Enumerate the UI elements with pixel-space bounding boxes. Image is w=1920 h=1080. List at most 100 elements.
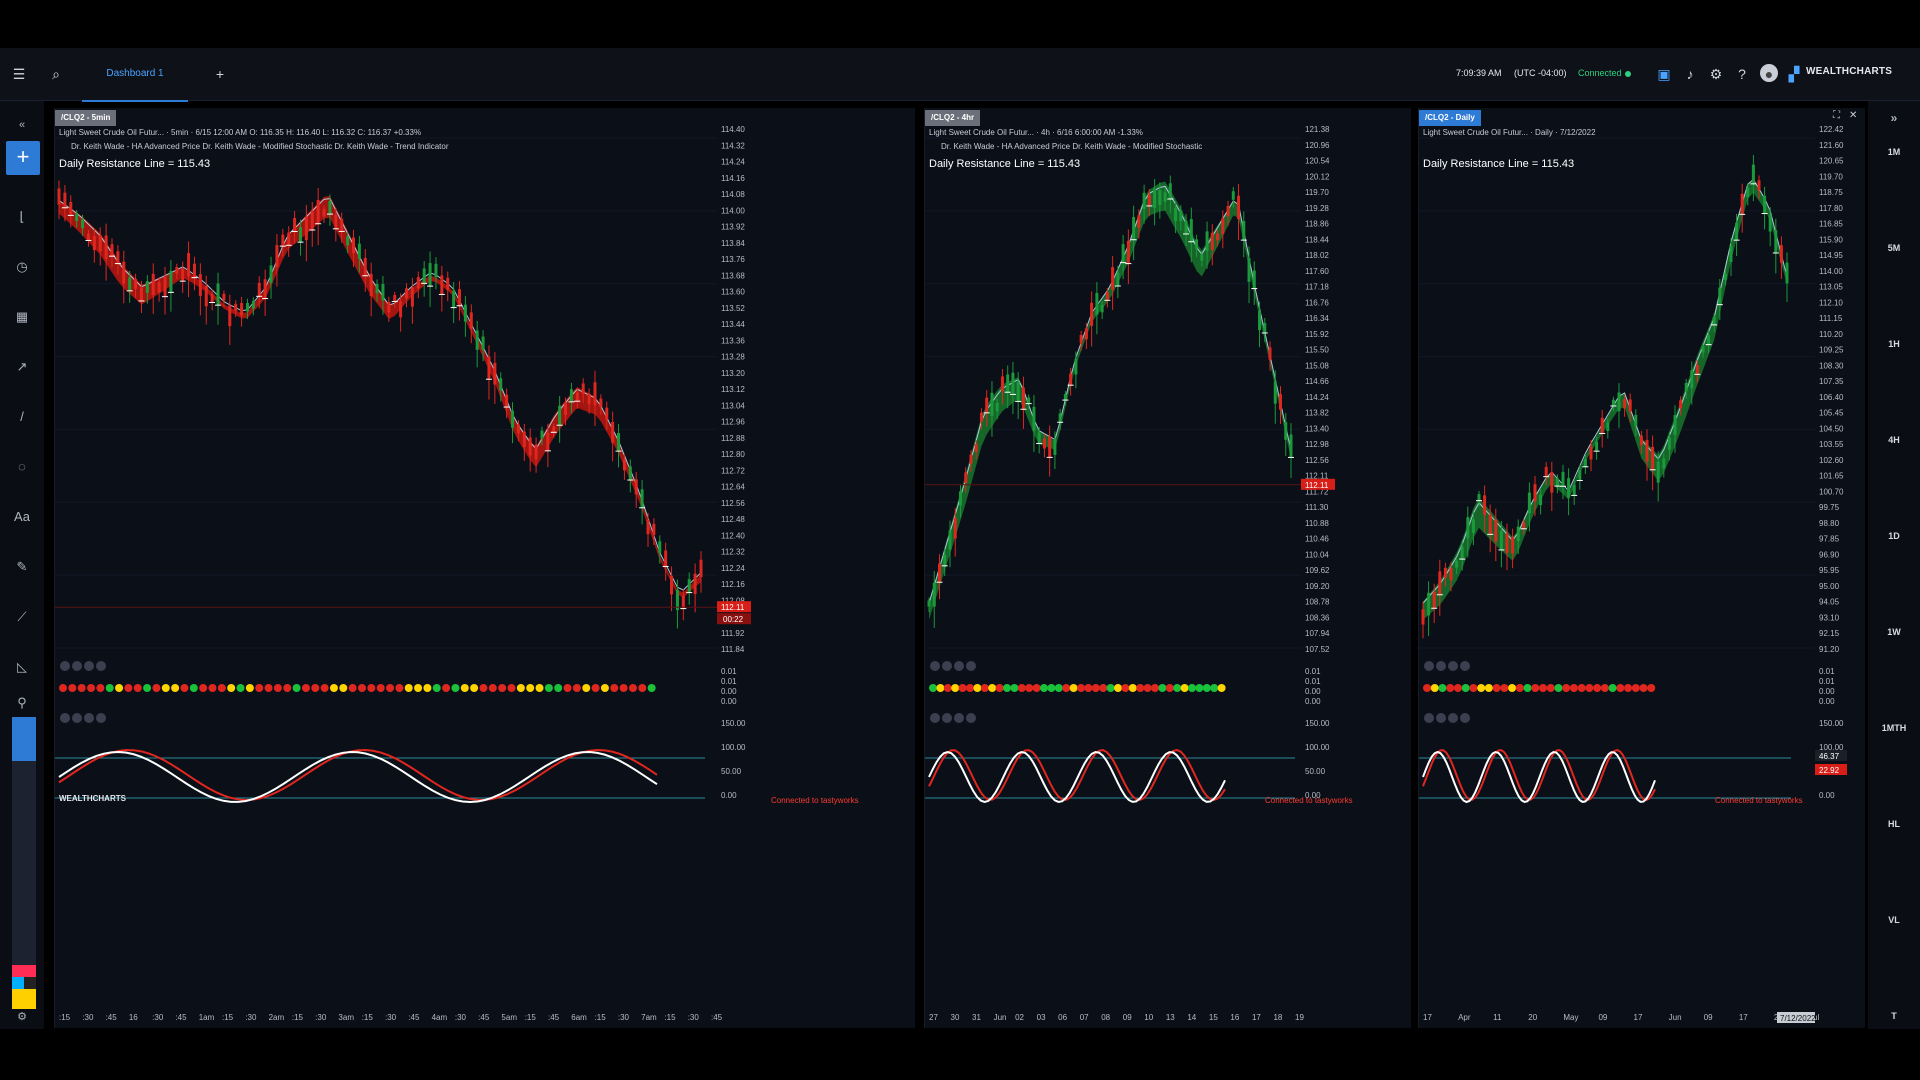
time-tick-label: :15	[664, 1013, 676, 1022]
chart-type-icon[interactable]: ⌊	[10, 205, 34, 229]
pin-icon[interactable]: ⚲	[10, 691, 34, 715]
timeframe-t[interactable]: T	[1868, 1011, 1920, 1021]
chart-panel-5min[interactable]: /CLQ2 - 5min Light Sweet Crude Oil Futur…	[54, 108, 915, 1028]
candle-body	[1595, 441, 1599, 452]
candle-body	[646, 520, 650, 535]
candle-body	[257, 282, 261, 297]
help-icon[interactable]: ?	[1732, 64, 1752, 84]
oscillator-dot	[1647, 684, 1656, 692]
menu-icon[interactable]: ☰	[9, 64, 29, 84]
color-swatch-blue[interactable]	[12, 977, 24, 989]
oscillator-dot	[105, 684, 114, 692]
indicator-icon[interactable]: ↗	[10, 355, 34, 379]
time-tick-label: :45	[478, 1013, 490, 1022]
text-tool-icon[interactable]: Aa	[10, 505, 34, 529]
oscillator-dot	[245, 684, 254, 692]
candle-body	[104, 235, 108, 260]
oscillator-dot	[143, 684, 152, 692]
oscillator-dot	[1585, 684, 1594, 692]
chart-panel-daily[interactable]: /CLQ2 - Daily ⛶ ✕ Light Sweet Crude Oil …	[1418, 108, 1865, 1028]
candle-body	[1432, 591, 1436, 609]
candle-body	[693, 573, 697, 595]
timeframe-5m[interactable]: 5M	[1868, 243, 1920, 253]
candle-body	[310, 211, 314, 230]
candle-body	[281, 234, 285, 247]
candle-body	[534, 444, 538, 460]
candle-body	[493, 362, 497, 385]
angle-tool-icon[interactable]: ◺	[10, 655, 34, 679]
collapse-left-icon[interactable]: «	[10, 113, 34, 137]
candle-body	[1785, 262, 1789, 284]
tab-dashboard-1[interactable]: Dashboard 1	[82, 48, 188, 102]
gear-icon[interactable]: ⚙	[1706, 64, 1726, 84]
add-chart-button[interactable]: +	[6, 141, 40, 175]
oscillator-dot	[1531, 684, 1540, 692]
oscillator-dot	[236, 684, 245, 692]
oscillator-dot	[479, 684, 488, 692]
save-icon[interactable]: ▣	[1654, 64, 1674, 84]
candle-body	[1205, 231, 1209, 252]
last-price-value: 112.11	[721, 603, 745, 612]
candle-body	[1032, 406, 1036, 431]
pencil-icon[interactable]: ✎	[10, 555, 34, 579]
candle-body	[1695, 365, 1699, 375]
price-tick-label: 112.98	[1305, 440, 1329, 449]
candle-body	[1466, 517, 1470, 539]
bell-icon[interactable]: ♪	[1680, 64, 1700, 84]
price-chart[interactable]: 114.40 114.32 114.24 114.16 114.08 114.00 113.…	[55, 108, 915, 1028]
wealthcharts-logo-icon: ▞	[1788, 66, 1800, 82]
oscillator-dot	[301, 684, 310, 692]
oscillator-dot	[966, 684, 974, 692]
line-tool-icon[interactable]: /	[10, 405, 34, 429]
connection-status-text: Connected	[1578, 68, 1622, 78]
price-tick-label: 113.60	[721, 288, 745, 297]
oscillator-dot	[1461, 684, 1470, 692]
price-tick-label: 101.65	[1819, 472, 1844, 481]
timeframe-4h[interactable]: 4H	[1868, 435, 1920, 445]
timeframe-1mth[interactable]: 1MTH	[1868, 723, 1920, 733]
color-swatch-red[interactable]	[12, 965, 36, 977]
avatar-icon[interactable]: ●	[1760, 64, 1778, 82]
candle-body	[393, 295, 397, 302]
timeframe-1m[interactable]: 1M	[1868, 147, 1920, 157]
price-tick-label: 121.60	[1819, 141, 1844, 150]
add-tab-icon[interactable]: +	[210, 64, 230, 84]
timeframe-1d[interactable]: 1D	[1868, 531, 1920, 541]
clock-icon[interactable]: ◷	[10, 255, 34, 279]
ruler-icon[interactable]: ⟋	[10, 605, 34, 629]
color-swatch-black[interactable]	[24, 977, 36, 989]
candle-body	[664, 550, 668, 567]
candle-body	[316, 199, 320, 224]
candle-body	[69, 201, 73, 216]
collapse-right-icon[interactable]: »	[1868, 111, 1920, 125]
candle-body	[1142, 192, 1146, 210]
oscillator-dot	[582, 684, 591, 692]
time-tick-label: 31	[972, 1013, 981, 1022]
candle-body	[1184, 220, 1188, 234]
candle-body	[375, 284, 379, 294]
candle-body	[516, 424, 520, 434]
candle-body	[157, 282, 161, 293]
price-chart[interactable]: 122.42 121.60 120.65 119.70 118.75 117.80 116.…	[1419, 108, 1865, 1028]
shape-tool-icon[interactable]: ◌	[10, 455, 34, 479]
candle-body	[1421, 609, 1425, 625]
price-chart[interactable]: 121.38 120.96 120.54 120.12 119.70 119.28 118.…	[925, 108, 1411, 1028]
candle-body	[652, 523, 656, 535]
timeframe-hl[interactable]: HL	[1868, 819, 1920, 829]
timeframe-1h[interactable]: 1H	[1868, 339, 1920, 349]
price-tick-label: 113.52	[721, 304, 745, 313]
chart-panel-4hr[interactable]: /CLQ2 - 4hr Light Sweet Crude Oil Futur.…	[924, 108, 1411, 1028]
oscillator-dot	[199, 684, 208, 692]
search-icon[interactable]: ⌕	[46, 64, 66, 84]
settings-small-icon[interactable]: ⚙	[10, 1005, 34, 1029]
candle-body	[1289, 434, 1293, 458]
candle-body	[75, 213, 79, 222]
timeframe-vl[interactable]: VL	[1868, 915, 1920, 925]
candle-body	[1016, 381, 1020, 402]
candle-body	[611, 421, 615, 443]
oscillator-dot	[554, 684, 563, 692]
timeframe-1w[interactable]: 1W	[1868, 627, 1920, 637]
calendar-icon[interactable]: ▦	[10, 305, 34, 329]
candle-body	[985, 397, 989, 413]
clock-time: 7:09:39 AM	[1456, 68, 1502, 78]
